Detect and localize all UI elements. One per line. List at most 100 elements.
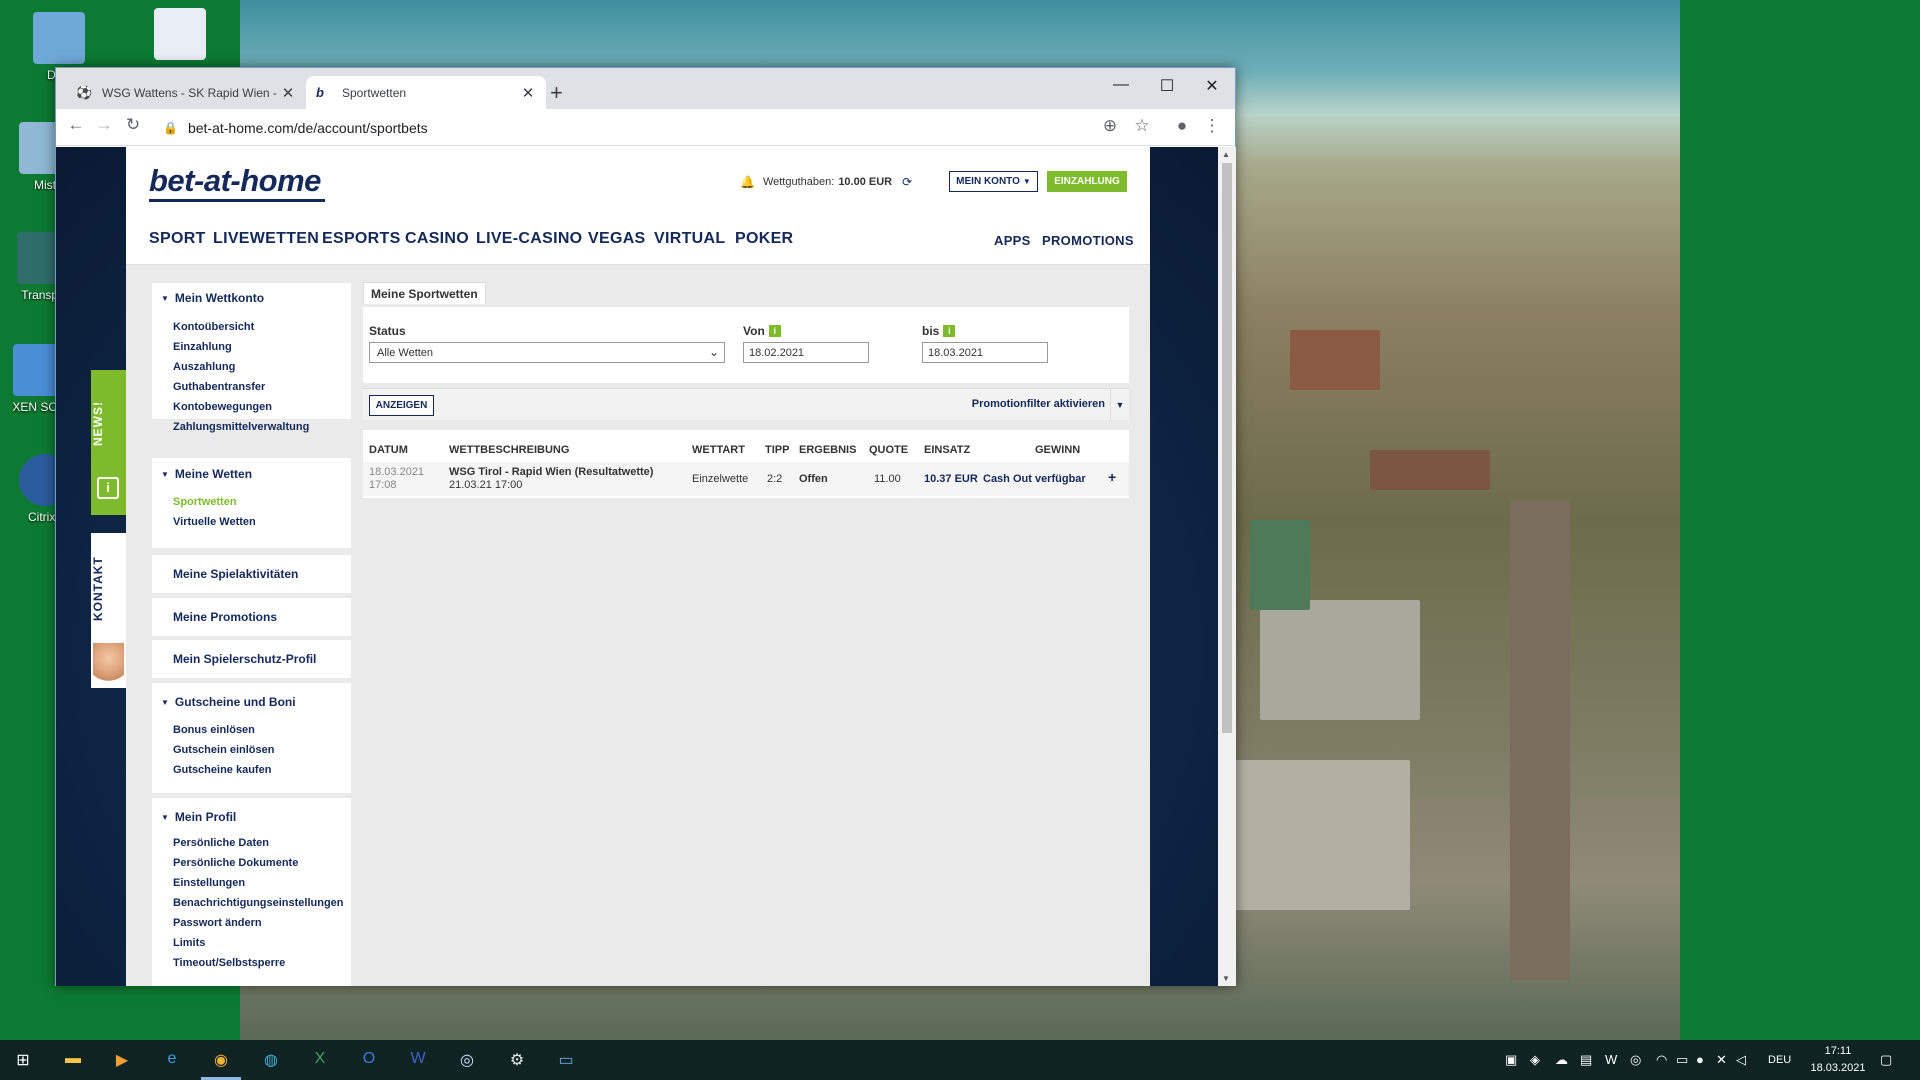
table-row[interactable]: 18.03.2021 17:08 WSG Tirol - Rapid Wien … [363, 462, 1129, 496]
info-icon[interactable]: i [943, 325, 956, 337]
nav-sport[interactable]: SPORT [149, 230, 206, 248]
nav-esports[interactable]: ESPORTS [322, 230, 401, 248]
anzeigen-button[interactable]: ANZEIGEN [369, 395, 434, 416]
tray-app-icon[interactable]: ● [1696, 1052, 1704, 1067]
clock[interactable]: 17:11 18.03.2021 [1809, 1043, 1867, 1077]
tray-app-icon[interactable]: ☁ [1555, 1052, 1568, 1068]
menu-head-profil[interactable]: ▼ Mein Profil [161, 810, 236, 824]
scroll-up-icon[interactable]: ▲ [1222, 150, 1230, 159]
file-explorer-icon[interactable]: ▬ [62, 1050, 84, 1070]
forward-icon[interactable]: → [92, 115, 116, 135]
maximize-icon[interactable]: ☐ [1152, 76, 1182, 96]
wifi-icon[interactable]: ◠ [1656, 1052, 1667, 1068]
info-icon[interactable]: i [768, 325, 781, 337]
close-window-icon[interactable]: ✕ [1197, 76, 1227, 96]
kontakt-side-tab[interactable]: KONTAKT [91, 533, 126, 688]
menu-spielaktivitaeten[interactable]: Meine Spielaktivitäten [152, 555, 351, 593]
install-icon[interactable]: ⊕ [1099, 116, 1121, 136]
menu-head-gutscheine[interactable]: ▼ Gutscheine und Boni [161, 695, 296, 709]
close-tab-icon[interactable]: ✕ [520, 84, 536, 102]
menu-head-wetten[interactable]: ▼ Meine Wetten [161, 467, 252, 481]
menu-link-zahlungsmittelverwaltung[interactable]: Zahlungsmittelverwaltung [173, 421, 309, 433]
scrollbar-thumb[interactable] [1222, 163, 1232, 733]
news-side-tab[interactable]: NEWS! i [91, 370, 126, 515]
menu-link-kontobewegungen[interactable]: Kontobewegungen [173, 401, 272, 413]
nav-live-casino[interactable]: LIVE-CASINO [476, 230, 582, 248]
nav-virtual[interactable]: VIRTUAL [654, 230, 725, 248]
menu-link-gutschein-einloesen[interactable]: Gutschein einlösen [173, 744, 274, 756]
word-icon[interactable]: W [407, 1050, 429, 1070]
menu-link-benachrichtigungen[interactable]: Benachrichtigungseinstellungen [173, 897, 344, 909]
menu-link-persoenliche-dokumente[interactable]: Persönliche Dokumente [173, 857, 298, 869]
status-select[interactable]: Alle Wetten ⌄ [369, 342, 725, 363]
scrollbar[interactable]: ▲ ▼ [1218, 147, 1236, 986]
remote-desktop-icon[interactable]: ▭ [555, 1050, 577, 1070]
excel-icon[interactable]: X [309, 1050, 331, 1070]
menu-spielerschutz[interactable]: Mein Spielerschutz-Profil [152, 640, 351, 678]
tray-app-icon[interactable]: ▣ [1505, 1052, 1517, 1068]
nav-promotions[interactable]: PROMOTIONS [1042, 233, 1134, 248]
chrome-icon[interactable]: ◉ [210, 1050, 232, 1070]
mein-konto-button[interactable]: MEIN KONTO ▼ [949, 171, 1038, 192]
start-windows-icon[interactable]: ⊞ [12, 1050, 34, 1070]
cash-out-link[interactable]: Cash Out verfügbar [983, 473, 1086, 485]
minimize-icon[interactable]: — [1106, 76, 1136, 94]
menu-link-auszahlung[interactable]: Auszahlung [173, 361, 235, 373]
scroll-down-icon[interactable]: ▼ [1222, 974, 1230, 983]
menu-promotions[interactable]: Meine Promotions [152, 598, 351, 636]
desktop-icon-map[interactable] [145, 8, 215, 64]
tab-wsg-wattens[interactable]: ⚽ WSG Wattens - SK Rapid Wien - ✕ [66, 76, 306, 109]
einzahlung-button[interactable]: EINZAHLUNG [1047, 171, 1127, 192]
outlook-icon[interactable]: O [358, 1050, 380, 1070]
tray-app-icon[interactable]: ▤ [1580, 1052, 1592, 1068]
menu-link-bonus-einloesen[interactable]: Bonus einlösen [173, 724, 255, 736]
citrix-icon[interactable]: ◎ [456, 1050, 478, 1070]
promotionfilter-link[interactable]: Promotionfilter aktivieren [972, 398, 1105, 410]
address-bar[interactable]: 🔒 bet-at-home.com/de/account/sportbets [163, 115, 1163, 141]
volume-icon[interactable]: ◁ [1736, 1052, 1746, 1068]
menu-link-timeout[interactable]: Timeout/Selbstsperre [173, 957, 285, 969]
menu-link-einstellungen[interactable]: Einstellungen [173, 877, 245, 889]
edge-icon[interactable]: ◍ [260, 1050, 282, 1070]
tab-sportwetten[interactable]: b Sportwetten ✕ [306, 76, 546, 109]
menu-link-gutscheine-kaufen[interactable]: Gutscheine kaufen [173, 764, 271, 776]
media-player-icon[interactable]: ▶ [111, 1050, 133, 1070]
nav-livewetten[interactable]: LIVEWETTEN [213, 230, 319, 248]
bell-icon[interactable]: 🔔 [740, 175, 755, 189]
menu-link-persoenliche-daten[interactable]: Persönliche Daten [173, 837, 269, 849]
notifications-icon[interactable]: ▢ [1880, 1052, 1892, 1068]
bookmark-star-icon[interactable]: ☆ [1131, 116, 1153, 136]
bis-date-input[interactable]: 18.03.2021 [922, 342, 1048, 363]
profile-icon[interactable]: ● [1171, 116, 1193, 136]
refresh-icon[interactable]: ⟳ [902, 175, 912, 189]
menu-link-einzahlung[interactable]: Einzahlung [173, 341, 232, 353]
tray-app-icon[interactable]: ◈ [1530, 1052, 1540, 1068]
nav-apps[interactable]: APPS [994, 233, 1031, 248]
battery-icon[interactable]: ▭ [1676, 1052, 1688, 1068]
menu-link-limits[interactable]: Limits [173, 937, 205, 949]
nav-casino[interactable]: CASINO [405, 230, 469, 248]
close-tab-icon[interactable]: ✕ [280, 84, 296, 102]
menu-link-sportwetten[interactable]: Sportwetten [173, 496, 237, 508]
caret-down-icon[interactable]: ▼ [1110, 389, 1129, 421]
menu-link-passwort-aendern[interactable]: Passwort ändern [173, 917, 262, 929]
settings-gear-icon[interactable]: ⚙ [506, 1050, 528, 1070]
site-logo[interactable]: bet-at-home [149, 163, 321, 199]
nav-vegas[interactable]: VEGAS [588, 230, 646, 248]
von-date-input[interactable]: 18.02.2021 [743, 342, 869, 363]
network-icon[interactable]: ✕ [1716, 1052, 1727, 1068]
menu-kebab-icon[interactable]: ⋮ [1201, 116, 1223, 136]
menu-link-virtuelle-wetten[interactable]: Virtuelle Wetten [173, 516, 256, 528]
menu-link-guthabentransfer[interactable]: Guthabentransfer [173, 381, 265, 393]
expand-row-icon[interactable]: + [1108, 469, 1116, 485]
menu-head-wettkonto[interactable]: ▼ Mein Wettkonto [161, 291, 264, 305]
menu-link-kontouebersicht[interactable]: Kontoübersicht [173, 321, 254, 333]
tray-citrix-icon[interactable]: ◎ [1630, 1052, 1641, 1068]
new-tab-icon[interactable]: + [550, 80, 563, 106]
nav-poker[interactable]: POKER [735, 230, 793, 248]
reload-icon[interactable]: ↻ [121, 115, 145, 135]
back-icon[interactable]: ← [64, 115, 88, 135]
language-indicator[interactable]: DEU [1768, 1054, 1791, 1066]
internet-explorer-icon[interactable]: e [161, 1050, 183, 1070]
tray-word-icon[interactable]: W [1605, 1052, 1617, 1067]
